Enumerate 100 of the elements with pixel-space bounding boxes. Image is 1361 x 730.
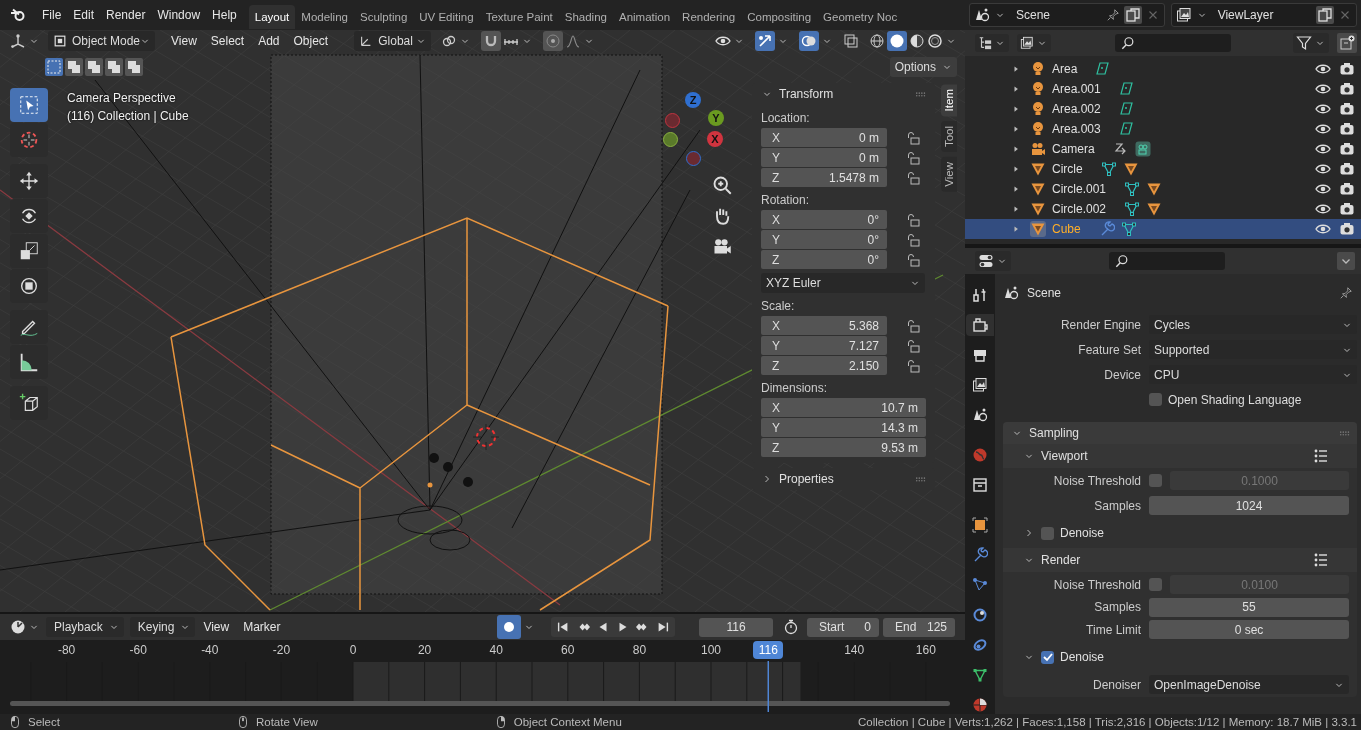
unlock-icon[interactable] — [905, 129, 921, 146]
number-field[interactable]: Y 0° — [761, 230, 887, 249]
logo-icon[interactable] — [10, 7, 26, 23]
number-field[interactable]: X 0° — [761, 210, 887, 229]
outliner-row[interactable]: Area.003 — [965, 119, 1361, 139]
menu-item[interactable]: File — [36, 5, 68, 25]
camera-view-icon[interactable] — [712, 236, 732, 256]
scene-selector[interactable]: Scene — [969, 3, 1165, 27]
timeline-scrollbar[interactable] — [10, 701, 950, 706]
number-field[interactable]: X 5.368 — [761, 316, 887, 335]
select-box-icon[interactable] — [10, 88, 48, 122]
editor-type-dropdown[interactable] — [975, 251, 1011, 271]
menu-dropdown[interactable]: Playback — [46, 617, 124, 637]
light-data-icon[interactable] — [1118, 101, 1135, 117]
copy-icon[interactable] — [1316, 6, 1334, 24]
playhead-line[interactable] — [767, 660, 770, 712]
pin-icon[interactable] — [1339, 286, 1353, 300]
unlock-icon[interactable] — [905, 251, 921, 268]
selection-mode-icon[interactable] — [105, 58, 123, 76]
overlay-toggle-icon[interactable] — [799, 31, 819, 51]
search-field[interactable] — [1115, 34, 1231, 52]
display-mode-dropdown[interactable] — [975, 34, 1009, 52]
editor-type-icon[interactable] — [10, 619, 26, 635]
filter-dropdown[interactable] — [1293, 33, 1329, 53]
pencil-icon[interactable] — [10, 310, 48, 344]
number-field[interactable]: Y 7.127 — [761, 336, 887, 355]
workspace-tab[interactable]: Modeling — [295, 5, 354, 29]
scale-icon[interactable] — [10, 234, 48, 268]
render-camera-icon[interactable] — [1339, 221, 1355, 237]
camera-data-icon[interactable] — [1134, 141, 1151, 157]
sidebar-tab[interactable]: Item — [941, 84, 957, 117]
render-camera-icon[interactable] — [1339, 61, 1355, 77]
workspace-tab[interactable]: Texture Paint — [479, 5, 559, 29]
filter-layer-dropdown[interactable] — [1017, 34, 1051, 52]
menu-item[interactable]: View — [197, 617, 236, 637]
unlock-icon[interactable] — [905, 337, 921, 354]
render-camera-icon[interactable] — [1339, 101, 1355, 117]
rotate-icon[interactable] — [10, 199, 48, 233]
unlock-icon[interactable] — [905, 317, 921, 334]
orientation-dropdown[interactable]: Global — [354, 31, 432, 51]
menu-item[interactable]: Window — [151, 5, 207, 25]
number-field[interactable]: Z 9.53 m — [761, 438, 926, 457]
outliner-row[interactable]: Area.001 — [965, 79, 1361, 99]
workspace-tab[interactable]: Sculpting — [353, 5, 414, 29]
menu-item[interactable]: Object — [287, 31, 335, 51]
workspace-tab[interactable]: UV Editing — [413, 5, 480, 29]
menu-dropdown[interactable]: Keying — [129, 617, 196, 637]
preset-list-icon[interactable] — [1313, 552, 1329, 568]
light-data-icon[interactable] — [1118, 81, 1135, 97]
dropdown[interactable]: Cycles — [1149, 315, 1357, 334]
playhead-frame-badge[interactable]: 116 — [753, 641, 784, 659]
rotation-mode-dropdown[interactable]: XYZ Euler — [761, 273, 925, 293]
dropdown[interactable]: Supported — [1149, 340, 1357, 359]
checkbox[interactable] — [1149, 474, 1162, 487]
menu-item[interactable]: View — [165, 31, 203, 51]
mesh-data-icon[interactable] — [1120, 221, 1137, 237]
triangle-object-icon[interactable] — [1146, 181, 1163, 197]
render-camera-icon[interactable] — [1339, 181, 1355, 197]
workspace-tab[interactable]: Rendering — [676, 5, 742, 29]
workspace-tab[interactable]: Animation — [612, 5, 677, 29]
pin-icon[interactable] — [1105, 8, 1120, 22]
outliner-row[interactable]: Area — [965, 59, 1361, 79]
cursor-icon[interactable] — [10, 123, 48, 157]
dropdown[interactable]: CPU — [1149, 365, 1357, 384]
number-field[interactable]: 1024 — [1149, 496, 1349, 515]
workspace-tab[interactable]: Geometry Noc — [817, 5, 904, 29]
outliner-row[interactable]: Circle.002 — [965, 199, 1361, 219]
subpanel-header[interactable]: Render — [1003, 548, 1357, 572]
view-layer-selector[interactable]: ViewLayer — [1170, 3, 1357, 27]
current-frame-field[interactable]: 116 — [699, 617, 773, 637]
add-cube-icon[interactable] — [10, 386, 48, 420]
mode-dropdown[interactable]: Object Mode — [48, 31, 155, 51]
render-camera-icon[interactable] — [1339, 201, 1355, 217]
number-field[interactable]: X 10.7 m — [761, 398, 926, 417]
number-field[interactable]: 0 sec — [1149, 620, 1349, 639]
stopwatch-icon[interactable] — [783, 619, 799, 635]
checkbox[interactable] — [1041, 526, 1054, 540]
zoom-icon[interactable] — [712, 175, 732, 195]
checkbox[interactable] — [1041, 650, 1054, 664]
unlock-icon[interactable] — [905, 231, 921, 248]
outliner-row[interactable]: Circle.001 — [965, 179, 1361, 199]
outliner-row[interactable]: Camera — [965, 139, 1361, 159]
unlock-icon[interactable] — [905, 149, 921, 166]
proportional-edit-icon[interactable] — [543, 31, 564, 51]
falloff-curve-icon[interactable] — [565, 33, 582, 49]
transform-icon[interactable] — [10, 269, 48, 303]
move-arrows-icon[interactable] — [10, 164, 48, 198]
jump-start-icon[interactable] — [555, 620, 570, 634]
sidebar-tab[interactable]: View — [941, 157, 957, 193]
record-icon[interactable] — [496, 615, 521, 639]
outliner-row[interactable]: Cube — [965, 219, 1361, 239]
number-field[interactable]: 55 — [1149, 597, 1349, 617]
unlock-icon[interactable] — [905, 357, 921, 374]
render-camera-icon[interactable] — [1339, 141, 1355, 157]
copy-icon[interactable] — [1123, 6, 1142, 24]
preset-list-icon[interactable] — [1313, 448, 1329, 464]
checkbox[interactable]: Open Shading Language — [1149, 392, 1302, 407]
search-field[interactable] — [1109, 252, 1225, 270]
triangle-object-icon[interactable] — [1122, 161, 1139, 177]
panel-header[interactable]: Transform — [761, 83, 927, 105]
